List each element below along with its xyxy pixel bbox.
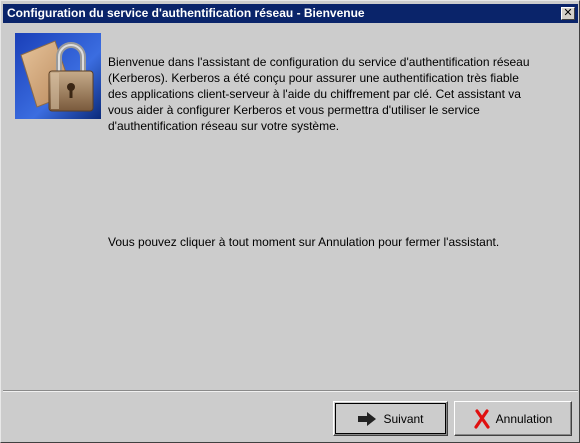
cancel-button-label: Annulation (495, 411, 553, 426)
welcome-text: Bienvenue dans l'assistant de configurat… (108, 55, 530, 133)
next-button[interactable]: Suivant (333, 401, 448, 436)
cancel-hint-text: Vous pouvez cliquer à tout moment sur An… (108, 235, 500, 249)
next-button-label: Suivant (383, 411, 424, 426)
wizard-window: Configuration du service d'authentificat… (0, 0, 580, 443)
red-x-icon (474, 408, 490, 429)
close-button[interactable]: ✕ (561, 7, 575, 20)
close-icon: ✕ (563, 7, 573, 19)
right-arrow-icon (357, 411, 377, 427)
title-bar[interactable]: Configuration du service d'authentificat… (3, 4, 578, 23)
padlock-card-icon (15, 33, 101, 119)
wizard-content: Bienvenue dans l'assistant de configurat… (3, 23, 578, 387)
window-title: Configuration du service d'authentificat… (7, 6, 365, 20)
cancel-button[interactable]: Annulation (454, 401, 572, 436)
button-divider (3, 390, 578, 392)
